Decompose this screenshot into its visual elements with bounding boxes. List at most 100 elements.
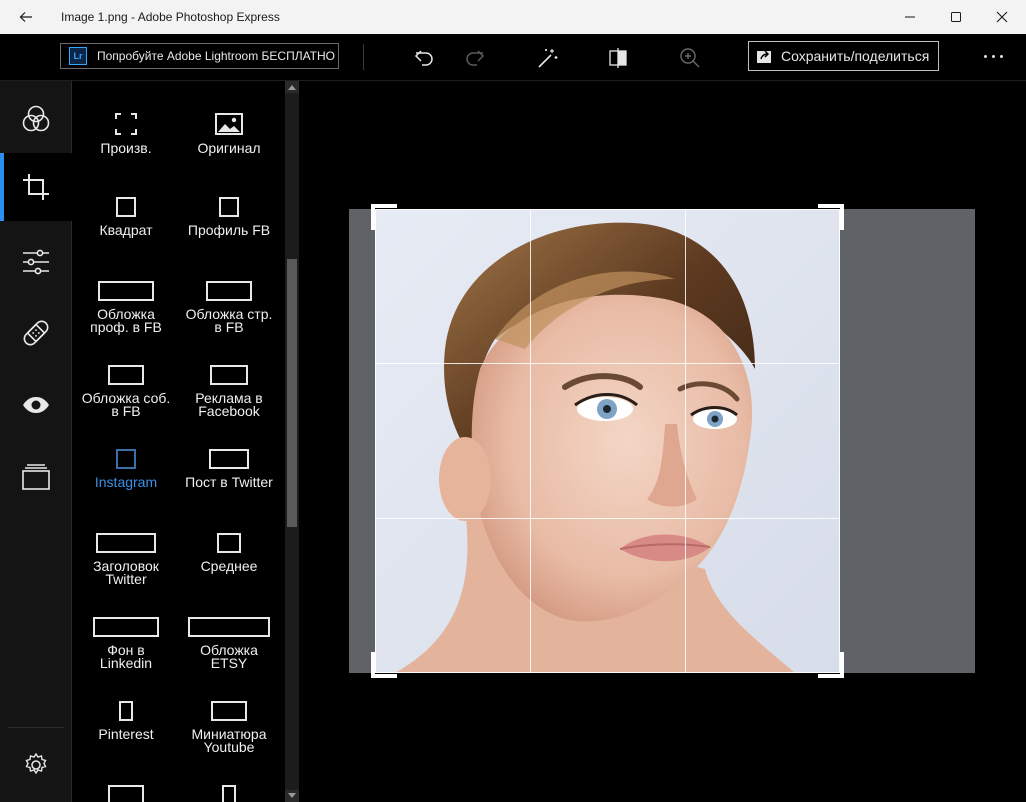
preset-fb-event-cover[interactable]: Обложка соб. в FB <box>73 365 179 418</box>
rail-item-crop[interactable] <box>0 153 72 221</box>
preset-label: Среднее <box>200 558 258 574</box>
filters-icon <box>22 105 50 132</box>
preset-label: Обложка ETSY <box>200 642 258 671</box>
image-canvas[interactable] <box>300 81 1026 802</box>
crop-preset-panel: Произв. Оригинал Квадрат Профиль FB Обло… <box>73 81 285 802</box>
crop-handle-top-right[interactable] <box>840 204 844 230</box>
toolbar: Lr Попробуйте Adobe Lightroom БЕСПЛАТНО … <box>0 34 1026 81</box>
rail-item-adjustments[interactable] <box>0 228 72 296</box>
wide-rect-shape-icon <box>188 617 270 637</box>
minimize-icon <box>905 16 915 18</box>
lightroom-promo-label: Попробуйте Adobe Lightroom БЕСПЛАТНО <box>97 49 335 63</box>
preset-fb-profile-cover[interactable]: Обложка проф. в FB <box>73 281 179 334</box>
close-icon <box>996 11 1008 23</box>
square-shape-icon <box>116 197 136 217</box>
preset-label: Квадрат <box>99 222 153 238</box>
share-icon <box>757 50 771 63</box>
wide-rect-shape-icon <box>96 533 156 553</box>
preset-free[interactable]: Произв. <box>73 113 179 155</box>
wide-rect-shape-icon <box>93 617 159 637</box>
tall-rect-shape-icon <box>222 785 236 802</box>
crop-handle-bottom-right[interactable] <box>840 652 844 678</box>
rect-shape-icon <box>217 533 241 553</box>
crop-frame <box>375 209 840 673</box>
lightroom-logo-icon: Lr <box>69 47 87 65</box>
close-button[interactable] <box>979 0 1025 34</box>
wide-rect-shape-icon <box>206 281 252 301</box>
preset-fb-page-cover[interactable]: Обложка стр. в FB <box>176 281 282 334</box>
preset-label: Миниатюра Youtube <box>191 726 267 755</box>
crop-handle-top-left[interactable] <box>371 204 375 230</box>
crop-icon <box>23 174 49 200</box>
eye-icon <box>23 397 49 413</box>
toolbar-divider <box>363 44 364 70</box>
preset-label: Оригинал <box>197 140 261 156</box>
window-title: Image 1.png - Adobe Photoshop Express <box>61 10 280 24</box>
redo-icon[interactable] <box>463 46 487 70</box>
preset-label: Произв. <box>100 140 152 156</box>
tool-rail <box>0 81 72 802</box>
preset-label: Заголовок Twitter <box>93 558 159 587</box>
rail-item-looks[interactable] <box>0 85 72 153</box>
preset-instagram[interactable]: Instagram <box>73 449 179 489</box>
rect-shape-icon <box>108 785 144 802</box>
preset-twitter-post[interactable]: Пост в Twitter <box>176 449 282 489</box>
save-share-button[interactable]: Сохранить/поделиться <box>748 41 939 71</box>
scroll-up-icon[interactable] <box>285 81 299 93</box>
square-shape-icon <box>219 197 239 217</box>
preset-label: Обложка проф. в FB <box>90 306 162 335</box>
sliders-icon <box>23 249 49 275</box>
auto-fix-icon[interactable] <box>535 46 559 70</box>
more-options-icon[interactable] <box>984 55 1003 58</box>
preset-square[interactable]: Квадрат <box>73 197 179 237</box>
rect-shape-icon <box>108 365 144 385</box>
preset-label: Реклама в Facebook <box>195 390 263 419</box>
rail-item-eyes[interactable] <box>0 371 72 439</box>
title-bar: Image 1.png - Adobe Photoshop Express <box>0 0 1026 34</box>
zoom-icon[interactable] <box>678 46 702 70</box>
preset-partial[interactable] <box>73 785 179 802</box>
rail-item-heal[interactable] <box>0 299 72 367</box>
preset-label: Instagram <box>94 474 158 490</box>
preset-original[interactable]: Оригинал <box>176 113 282 155</box>
settings-button[interactable] <box>0 731 72 799</box>
scroll-thumb[interactable] <box>287 259 297 527</box>
preset-label: Обложка соб. в FB <box>81 390 171 419</box>
tall-rect-shape-icon <box>119 701 133 721</box>
scroll-down-icon[interactable] <box>285 790 299 802</box>
maximize-icon <box>951 12 961 22</box>
preset-etsy-cover[interactable]: Обложка ETSY <box>176 617 282 670</box>
preset-linkedin-background[interactable]: Фон в Linkedin <box>73 617 179 670</box>
preset-label: Фон в Linkedin <box>99 642 153 671</box>
rect-shape-icon <box>209 449 249 469</box>
lightroom-promo-button[interactable]: Lr Попробуйте Adobe Lightroom БЕСПЛАТНО <box>60 43 339 69</box>
preset-twitter-header[interactable]: Заголовок Twitter <box>73 533 179 586</box>
preset-scrollbar[interactable] <box>285 81 299 802</box>
preset-label: Обложка стр. в FB <box>185 306 273 335</box>
square-shape-icon <box>116 449 136 469</box>
preset-label: Пост в Twitter <box>185 474 273 490</box>
preset-partial[interactable] <box>176 785 282 802</box>
gear-icon <box>25 752 47 775</box>
wide-rect-shape-icon <box>98 281 154 301</box>
image-icon <box>215 113 243 135</box>
preset-youtube-thumbnail[interactable]: Миниатюра Youtube <box>176 701 282 754</box>
preset-fb-profile[interactable]: Профиль FB <box>176 197 282 237</box>
minimize-button[interactable] <box>887 0 933 34</box>
compare-icon[interactable] <box>606 46 630 70</box>
maximize-button[interactable] <box>933 0 979 34</box>
undo-icon[interactable] <box>412 46 436 70</box>
preset-label: Профиль FB <box>187 222 271 238</box>
save-share-label: Сохранить/поделиться <box>781 48 930 64</box>
back-arrow-icon[interactable] <box>18 9 34 25</box>
border-stack-icon <box>22 464 50 490</box>
rail-item-borders[interactable] <box>0 443 72 511</box>
preset-pinterest[interactable]: Pinterest <box>73 701 179 741</box>
crop-handle-bottom-left[interactable] <box>371 652 375 678</box>
bandage-icon <box>23 320 49 346</box>
rail-divider <box>8 727 64 728</box>
rect-shape-icon <box>211 701 247 721</box>
preset-label: Pinterest <box>98 726 154 742</box>
preset-facebook-ad[interactable]: Реклама в Facebook <box>176 365 282 418</box>
preset-medium[interactable]: Среднее <box>176 533 282 573</box>
